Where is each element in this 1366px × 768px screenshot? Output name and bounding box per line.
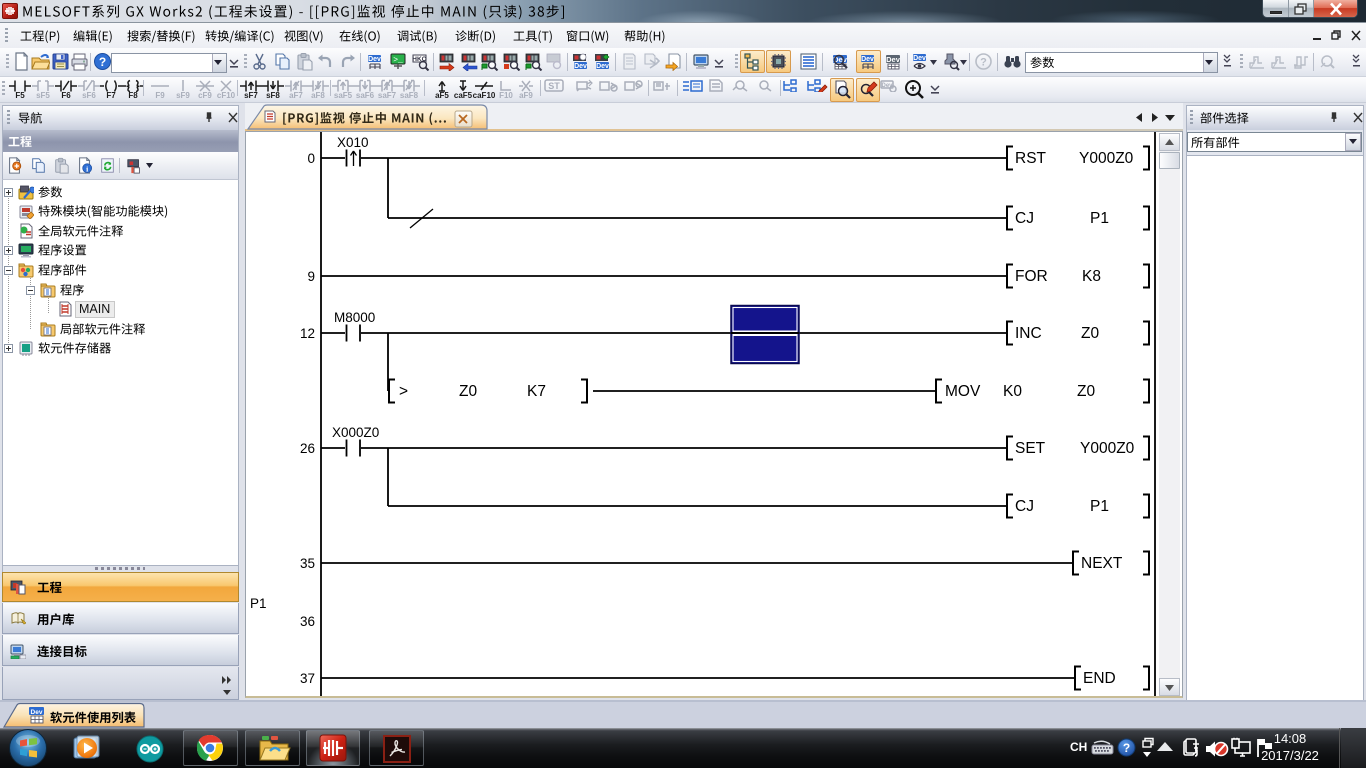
svg-text:Z0: Z0 [459,383,477,400]
svg-text:?: ? [1123,741,1130,755]
svg-text:Dev: Dev [31,709,43,716]
svg-text:Dev: Dev [913,55,926,62]
svg-text:CJ: CJ [1015,498,1034,515]
svg-text:Dev: Dev [886,55,901,64]
svg-text:Z0: Z0 [1077,383,1095,400]
svg-text:K0: K0 [1003,383,1022,400]
svg-text:37: 37 [300,671,315,686]
svg-text:CJ: CJ [1015,210,1034,227]
svg-text:P1: P1 [1090,210,1109,227]
svg-text:Dev: Dev [368,56,381,63]
svg-text:36: 36 [300,614,315,629]
svg-text:Y000Z0: Y000Z0 [1079,150,1134,167]
svg-text:?: ? [99,55,106,69]
svg-text:RST: RST [1015,150,1047,167]
svg-text:K7: K7 [527,383,546,400]
svg-text:INC: INC [1015,325,1042,342]
svg-text:?: ? [980,57,987,69]
svg-text:35: 35 [300,556,315,571]
svg-text:26: 26 [300,441,315,456]
svg-text:>: > [399,383,408,400]
svg-text:END: END [1083,670,1116,687]
svg-text:X010: X010 [337,135,369,150]
svg-text:Dev: Dev [574,63,587,70]
svg-text:Dev: Dev [861,56,874,63]
svg-text:12: 12 [300,326,315,341]
svg-text:SET: SET [1015,440,1046,457]
svg-text:Y000Z0: Y000Z0 [1080,440,1135,457]
svg-text:FOR: FOR [1015,268,1048,285]
svg-text:X000Z0: X000Z0 [332,425,379,440]
svg-text:Z0: Z0 [1081,325,1099,342]
svg-text:Dev: Dev [596,63,609,70]
svg-text:MOV: MOV [945,383,981,400]
svg-text:K8: K8 [1082,268,1101,285]
svg-text:>_: >_ [393,56,403,65]
svg-text:M8000: M8000 [334,310,375,325]
svg-text:9: 9 [307,269,315,284]
svg-text:P1: P1 [1090,498,1109,515]
svg-text:i: i [86,164,88,173]
svg-text:NEXT: NEXT [1081,555,1123,572]
svg-text:P1: P1 [250,596,267,611]
svg-text:ST: ST [548,81,560,91]
svg-text:0: 0 [307,151,315,166]
